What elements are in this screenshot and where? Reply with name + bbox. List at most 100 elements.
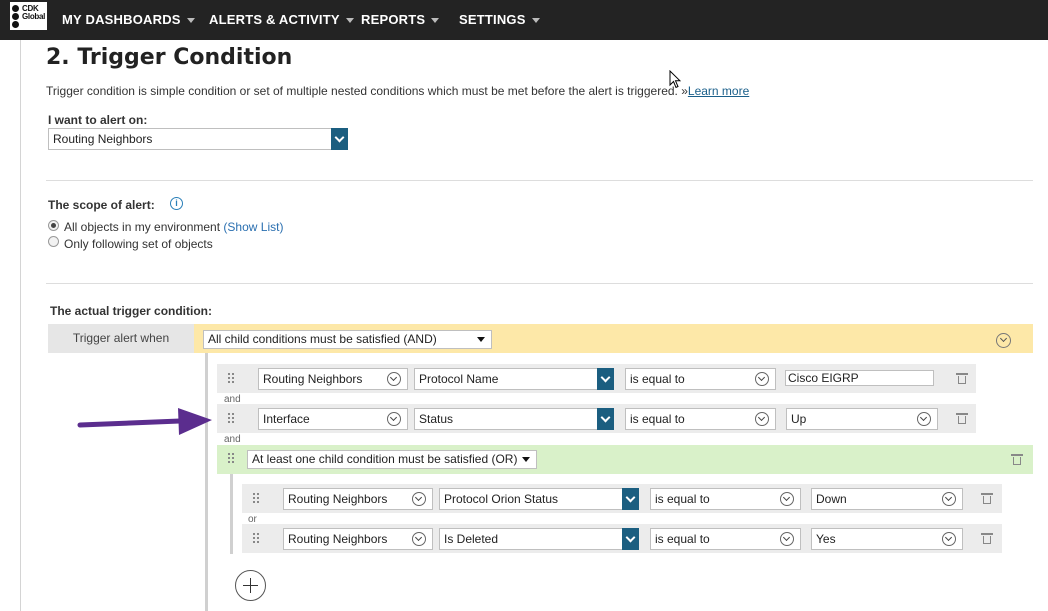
chevron-down-icon[interactable] [331,128,348,150]
chevron-down-icon [780,532,794,546]
caret-down-icon [522,457,530,462]
caret-down-icon [477,337,485,342]
condition-value: Yes [816,532,836,546]
scope-radio-all[interactable] [48,220,59,231]
condition-object-value: Routing Neighbors [288,492,388,506]
divider [46,283,1033,284]
condition-property-select[interactable]: Status [414,408,614,430]
trash-icon[interactable] [981,533,993,544]
chevron-down-icon [412,532,426,546]
scope-radio-following[interactable] [48,236,59,247]
chevron-down-icon [942,532,956,546]
chevron-down-icon [780,492,794,506]
or-group-mode-select[interactable]: At least one child condition must be sat… [247,450,537,469]
alert-on-value: Routing Neighbors [53,132,153,146]
nav-label: MY DASHBOARDS [62,12,181,27]
condition-object-select[interactable]: Routing Neighbors [283,528,433,550]
condition-operator-value: is equal to [630,412,685,426]
left-rail [20,40,21,611]
divider [46,180,1033,181]
condition-operator-value: is equal to [655,492,710,506]
condition-value: Down [816,492,847,506]
condition-value-select[interactable]: Yes [811,528,963,550]
nav-my-dashboards[interactable]: MY DASHBOARDS [62,0,195,40]
caret-down-icon [531,18,540,24]
grip-icon[interactable] [253,533,261,545]
chevron-down-icon [387,412,401,426]
description-text: Trigger condition is simple condition or… [46,84,688,98]
trash-icon[interactable] [981,493,993,504]
condition-property-select[interactable]: Protocol Orion Status [439,488,639,510]
chevron-down-icon [622,488,639,510]
caret-down-icon [186,18,195,24]
chevron-down-icon [942,492,956,506]
chevron-down-icon [755,412,769,426]
trigger-when-label: Trigger alert when [48,324,194,353]
scope-label: The scope of alert: [48,198,155,212]
show-list-link[interactable]: (Show List) [223,220,283,234]
condition-property-select[interactable]: Is Deleted [439,528,639,550]
condition-property-value: Is Deleted [444,532,499,546]
chevron-down-icon [622,528,639,550]
scope-option-following: Only following set of objects [64,237,213,251]
trash-icon[interactable] [1011,454,1023,465]
chevron-down-icon [917,412,931,426]
scope-option-all: All objects in my environment (Show List… [64,220,283,234]
group-mode-value: At least one child condition must be sat… [252,452,518,466]
condition-value-input[interactable]: Cisco EIGRP [785,370,934,386]
page-title: 2. Trigger Condition [46,45,293,70]
nav-label: SETTINGS [459,12,526,27]
alert-on-label: I want to alert on: [48,113,148,127]
condition-value-select[interactable]: Up [786,408,938,430]
condition-object-value: Routing Neighbors [263,372,363,386]
alert-on-select[interactable]: Routing Neighbors [48,128,348,150]
grip-icon[interactable] [228,413,236,425]
condition-value-select[interactable]: Down [811,488,963,510]
condition-property-value: Protocol Name [419,372,499,386]
nav-label: ALERTS & ACTIVITY [209,12,340,27]
chevron-down-icon [597,408,614,430]
condition-property-value: Status [419,412,454,426]
condition-operator-select[interactable]: is equal to [650,488,801,510]
nav-alerts-activity[interactable]: ALERTS & ACTIVITY [209,0,354,40]
caret-down-icon [345,18,354,24]
chevron-down-icon [412,492,426,506]
condition-object-value: Routing Neighbors [288,532,388,546]
and-group-mode-select[interactable]: All child conditions must be satisfied (… [203,330,492,349]
condition-object-select[interactable]: Interface [258,408,408,430]
trash-icon[interactable] [956,413,968,424]
add-icon[interactable] [235,570,266,601]
nav-reports[interactable]: REPORTS [361,0,440,40]
logo[interactable]: CDK Global [10,2,47,30]
condition-property-select[interactable]: Protocol Name [414,368,614,390]
chevron-down-icon [387,372,401,386]
grip-icon[interactable] [253,493,261,505]
tree-line [205,353,208,611]
logo-dots [12,5,21,29]
chevron-down-icon [597,368,614,390]
nav-settings[interactable]: SETTINGS [459,0,540,40]
condition-object-select[interactable]: Routing Neighbors [258,368,408,390]
cursor-icon [669,70,681,89]
collapse-group-icon[interactable] [996,333,1011,348]
grip-icon[interactable] [228,373,236,385]
scope-option-label: All objects in my environment [64,220,221,234]
nav-label: REPORTS [361,12,426,27]
info-icon[interactable]: i [170,197,183,210]
learn-more-link[interactable]: Learn more [688,84,749,98]
condition-operator-select[interactable]: is equal to [625,408,776,430]
caret-down-icon [431,18,440,24]
condition-object-value: Interface [263,412,310,426]
condition-operator-value: is equal to [630,372,685,386]
condition-operator-select[interactable]: is equal to [650,528,801,550]
chevron-down-icon [755,372,769,386]
top-nav: CDK Global MY DASHBOARDS ALERTS & ACTIVIT… [0,0,1048,40]
condition-operator-select[interactable]: is equal to [625,368,776,390]
condition-property-value: Protocol Orion Status [444,492,559,506]
condition-value: Up [791,412,807,426]
grip-icon[interactable] [228,453,236,465]
condition-object-select[interactable]: Routing Neighbors [283,488,433,510]
conjunction-label: and [224,434,241,445]
trash-icon[interactable] [956,373,968,384]
group-mode-value: All child conditions must be satisfied (… [208,332,437,346]
